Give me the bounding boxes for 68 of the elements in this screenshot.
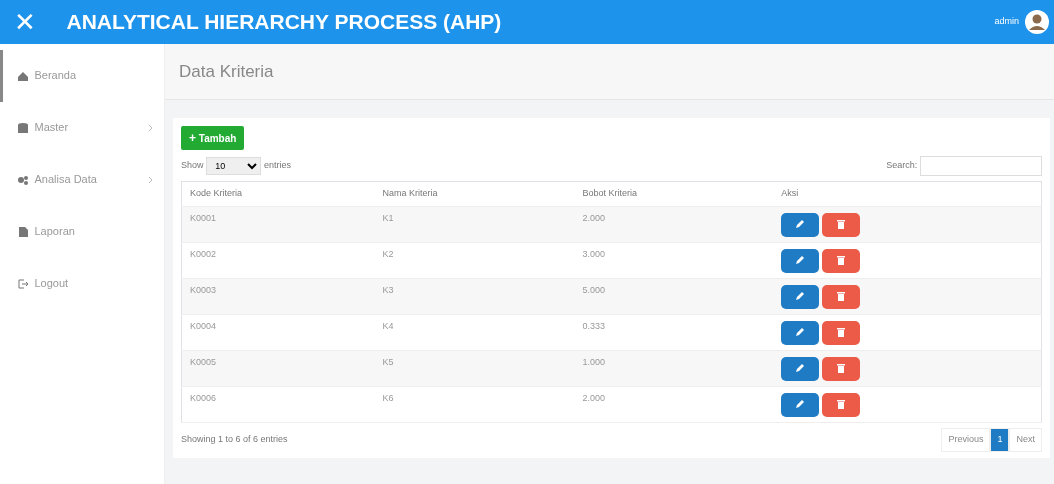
delete-button[interactable] <box>821 356 860 381</box>
page-title: Data Kriteria <box>179 60 274 83</box>
column-header[interactable]: Nama Kriteria <box>374 181 575 206</box>
close-icon[interactable]: ✕ <box>0 0 50 44</box>
table-cell: K3 <box>374 278 575 314</box>
logout-icon <box>17 277 29 290</box>
table-cell: K2 <box>374 242 575 278</box>
table-cell: 2.000 <box>574 206 774 242</box>
delete-button[interactable] <box>821 284 860 309</box>
delete-button[interactable] <box>821 392 860 417</box>
file-icon <box>17 225 29 238</box>
entries-info: Showing 1 to 6 of 6 entries <box>181 433 288 446</box>
pencil-icon <box>795 363 806 374</box>
trash-icon <box>836 399 845 410</box>
table-cell: 1.000 <box>574 350 774 386</box>
trash-icon <box>836 291 845 302</box>
page-link[interactable]: Next <box>1009 428 1042 452</box>
edit-button[interactable] <box>781 392 820 417</box>
trash-icon <box>836 327 845 338</box>
trash-icon <box>836 363 845 374</box>
entries-label: entries <box>264 158 292 172</box>
home-icon <box>17 69 29 82</box>
avatar-icon[interactable] <box>1024 10 1049 34</box>
trash-icon <box>836 219 845 230</box>
edit-button[interactable] <box>781 212 820 237</box>
pencil-icon <box>795 219 806 230</box>
sidebar-item[interactable]: Laporan <box>0 205 164 258</box>
edit-button[interactable] <box>781 320 820 345</box>
table-cell: 2.000 <box>574 386 774 422</box>
sidebar-item[interactable]: Analisa Data <box>0 153 164 206</box>
search-field[interactable] <box>920 155 1042 176</box>
table-cell: K0003 <box>181 278 375 314</box>
table-cell: 3.000 <box>574 242 774 278</box>
edit-button[interactable] <box>781 356 820 381</box>
delete-button[interactable] <box>821 248 860 273</box>
column-header[interactable]: Kode Kriteria <box>181 181 375 206</box>
show-label: Show <box>181 158 204 172</box>
delete-button[interactable] <box>821 320 860 345</box>
edit-button[interactable] <box>781 248 820 273</box>
pencil-icon <box>795 327 806 338</box>
pencil-icon <box>795 255 806 266</box>
table-cell: K0001 <box>181 206 375 242</box>
table-cell: K0006 <box>181 386 375 422</box>
sidebar-item[interactable]: Master <box>0 101 164 154</box>
table-cell: K0005 <box>181 350 375 386</box>
table-cell: K1 <box>374 206 575 242</box>
column-header[interactable]: Bobot Kriteria <box>574 181 774 206</box>
table-cell: K4 <box>374 314 575 350</box>
search-label: Search: <box>886 158 918 172</box>
page-link[interactable]: Previous <box>941 428 991 452</box>
pencil-icon <box>795 399 806 410</box>
add-button[interactable]: + Tambah <box>181 126 245 150</box>
sidebar-item[interactable]: Logout <box>0 257 164 310</box>
column-header[interactable]: Aksi <box>773 181 1042 206</box>
table-cell: K5 <box>374 350 575 386</box>
edit-button[interactable] <box>781 284 820 309</box>
user-name: admin <box>994 15 1019 29</box>
pencil-icon <box>795 291 806 302</box>
delete-button[interactable] <box>821 212 860 237</box>
table-cell: 0.333 <box>574 314 774 350</box>
table-cell: K0004 <box>181 314 375 350</box>
table-cell: 5.000 <box>574 278 774 314</box>
trash-icon <box>836 255 845 266</box>
page-link[interactable]: 1 <box>990 428 1010 452</box>
table-cell: K6 <box>374 386 575 422</box>
page-size-select[interactable]: 10 <box>206 156 262 175</box>
app-title: ANALYTICAL HIERARCHY PROCESS (AHP) <box>66 9 502 36</box>
table-cell: K0002 <box>181 242 375 278</box>
